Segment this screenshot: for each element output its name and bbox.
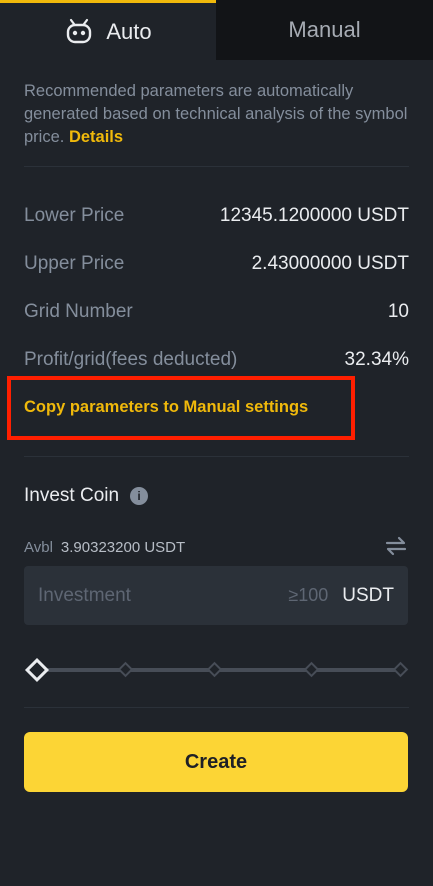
description: Recommended parameters are automatically… [24, 80, 409, 149]
tab-auto[interactable]: Auto [0, 0, 216, 60]
swap-icon[interactable] [384, 536, 408, 556]
param-label: Upper Price [24, 253, 125, 274]
highlight-box [7, 376, 355, 440]
slider-handle [24, 657, 50, 683]
invest-coin-title: Invest Coin [24, 485, 120, 506]
slider-tick-100 [392, 661, 409, 678]
param-row-grid-number: Grid Number 10 [24, 297, 409, 327]
param-label: Profit/grid(fees deducted) [24, 349, 238, 370]
tab-auto-label: Auto [106, 18, 152, 44]
param-row-lower-price: Lower Price 12345.1200000 USDT [24, 201, 409, 231]
investment-minimum: ≥100 [288, 585, 329, 605]
mode-tabs: Auto Manual [0, 0, 433, 60]
invest-coin-header: Invest Coin i [24, 485, 149, 507]
investment-input[interactable]: Investment ≥100 USDT [24, 566, 408, 625]
param-label: Grid Number [24, 301, 133, 322]
investment-unit: USDT [342, 584, 394, 606]
investment-placeholder: Investment [38, 584, 131, 606]
divider [24, 456, 409, 457]
slider-tick-75 [303, 661, 320, 678]
divider [24, 166, 409, 167]
divider [24, 707, 409, 708]
slider-tick-50 [206, 661, 223, 678]
tab-manual[interactable]: Manual [216, 0, 433, 60]
details-link[interactable]: Details [69, 128, 123, 146]
available-balance: Avbl 3.90323200 USDT [24, 539, 185, 556]
param-value: 2.43000000 USDT [251, 253, 409, 274]
slider-tick-25 [117, 661, 134, 678]
param-row-upper-price: Upper Price 2.43000000 USDT [24, 249, 409, 279]
tab-manual-label: Manual [288, 17, 361, 42]
avbl-value: 3.90323200 USDT [60, 539, 186, 556]
param-value: 12345.1200000 USDT [219, 205, 409, 226]
avbl-label: Avbl [24, 539, 53, 556]
robot-icon [64, 17, 94, 47]
param-value: 10 [387, 301, 409, 322]
investment-slider[interactable] [24, 656, 409, 684]
info-icon[interactable]: i [130, 487, 149, 505]
create-button[interactable]: Create [24, 732, 408, 792]
param-row-profit-grid: Profit/grid(fees deducted) 32.34% [24, 345, 409, 375]
param-label: Lower Price [24, 205, 125, 226]
param-value: 32.34% [344, 349, 409, 370]
